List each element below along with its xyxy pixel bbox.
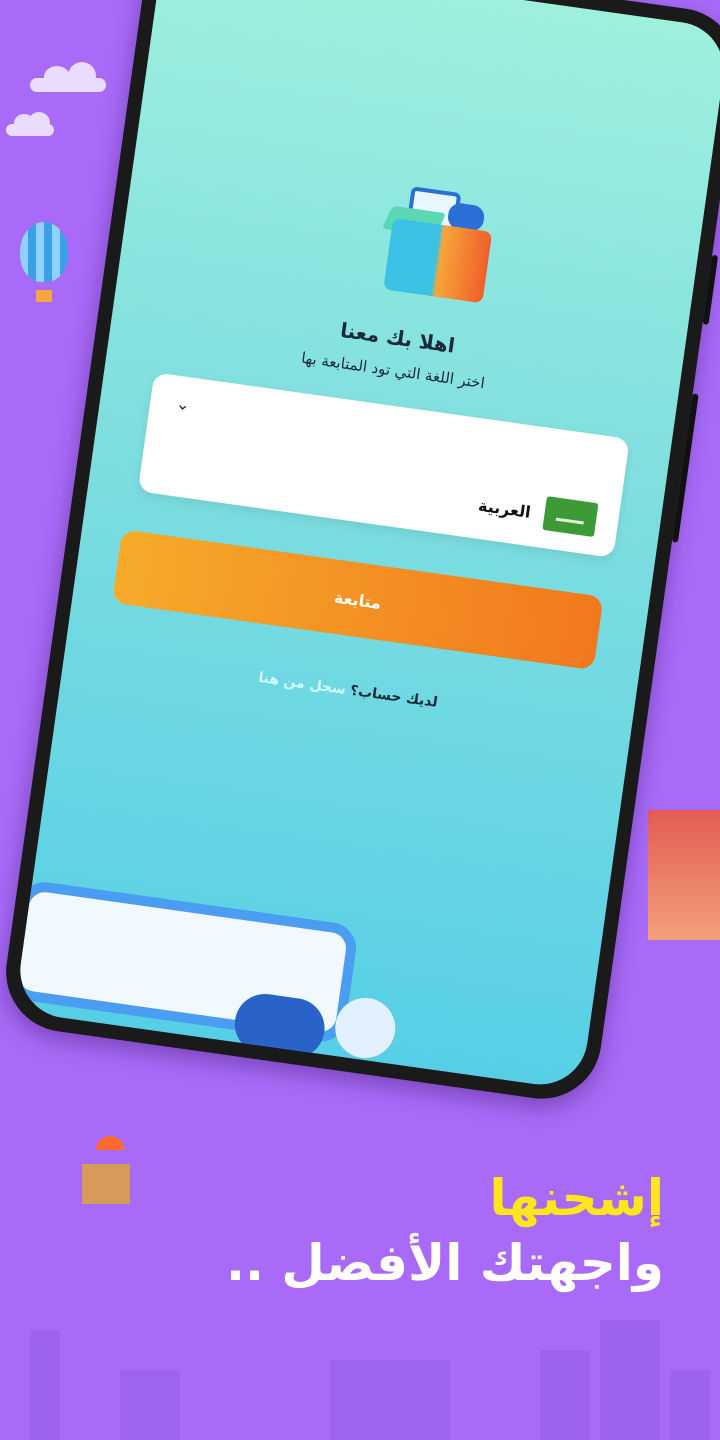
building-icon [670,1370,710,1440]
selected-language: العربية [477,495,532,522]
truck-icon [330,1360,450,1440]
building-icon [600,1320,660,1440]
phone-mockup: اهلا بك معنا اختر اللغة التي تود المتابع… [0,0,720,1107]
promo-line-2: واجهتك الأفضل .. [225,1234,664,1292]
phone-side-button [671,393,699,543]
city-skyline [0,1320,720,1440]
phone-side-button [702,254,719,325]
chevron-down-icon[interactable]: ⌄ [175,394,191,415]
parcel-box-icon [82,1164,130,1204]
account-question: لديك حساب؟ [349,682,439,711]
app-logo [373,183,507,309]
register-link[interactable]: سجل من هنا [257,670,346,698]
continue-button[interactable]: متابعة [111,529,604,671]
drone-package-icon [648,810,720,940]
logo-box-icon [383,218,493,304]
promo-line-1: إشحنها [489,1169,664,1227]
cloud-decoration [6,112,54,136]
building-icon [120,1370,180,1440]
parachute-icon [96,1136,124,1150]
building-icon [30,1330,60,1440]
promo-headline: إشحنها واجهتك الأفضل .. [226,1168,664,1298]
balloon-basket-icon [36,290,52,302]
cloud-decoration [30,62,106,92]
saudi-flag-icon [542,496,599,538]
building-icon [540,1350,590,1440]
app-screen: اهلا بك معنا اختر اللغة التي تود المتابع… [14,0,720,1091]
app-screenshot: { "welcome": { "title": "اهلا بك معنا", … [0,0,720,1440]
hot-air-balloon-icon [20,222,68,282]
